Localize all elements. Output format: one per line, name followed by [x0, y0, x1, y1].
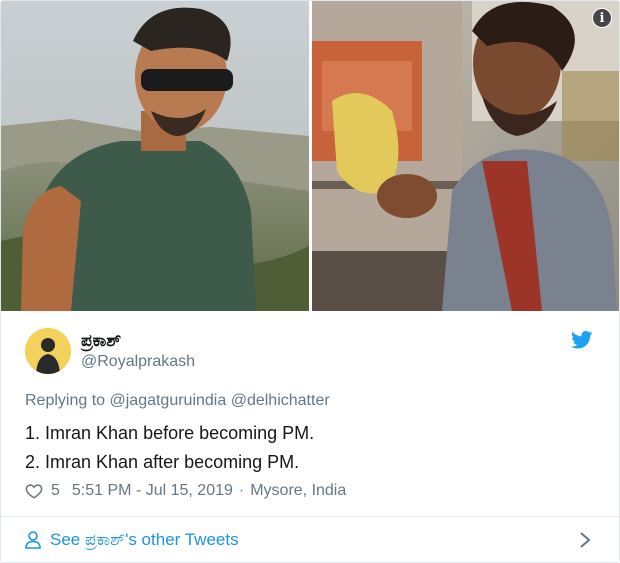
- twitter-bird-icon[interactable]: [571, 331, 593, 349]
- avatar[interactable]: [25, 328, 71, 374]
- see-other-tweets-label[interactable]: See ಪ್ರಕಾಶ್'s other Tweets: [50, 530, 239, 550]
- location[interactable]: Mysore, India: [250, 482, 346, 500]
- person-icon: [25, 531, 41, 549]
- meta-separator: ·: [238, 482, 245, 499]
- tweet-photo-left[interactable]: [1, 1, 309, 311]
- replying-to[interactable]: Replying to @jagatguruindia @delhichatte…: [25, 392, 330, 410]
- heart-icon[interactable]: [25, 482, 43, 500]
- tweet-card: i ಪ್ರಕಾಶ್ @Royalprakash Replying to @jag…: [0, 0, 620, 563]
- tweet-text-line-1: 1. Imran Khan before becoming PM.: [25, 423, 315, 443]
- author-names[interactable]: ಪ್ರಕಾಶ್ @Royalprakash: [81, 330, 195, 372]
- chevron-right-icon[interactable]: [579, 531, 591, 549]
- tweet-header: ಪ್ರಕಾಶ್ @Royalprakash: [25, 327, 595, 377]
- author-handle[interactable]: @Royalprakash: [81, 352, 195, 372]
- tweet-photo-right[interactable]: [312, 1, 619, 311]
- tweet-media[interactable]: i: [1, 1, 619, 311]
- author-display-name[interactable]: ಪ್ರಕಾಶ್: [81, 330, 195, 352]
- see-other-tweets-link[interactable]: See ಪ್ರಕಾಶ್'s other Tweets: [1, 517, 619, 562]
- info-icon[interactable]: i: [592, 8, 612, 28]
- timestamp[interactable]: 5:51 PM - Jul 15, 2019: [72, 482, 233, 500]
- tweet-meta: 5 5:51 PM - Jul 15, 2019 · Mysore, India: [25, 480, 346, 502]
- tweet-text-line-2: 2. Imran Khan after becoming PM.: [25, 452, 300, 472]
- like-count[interactable]: 5: [51, 482, 60, 500]
